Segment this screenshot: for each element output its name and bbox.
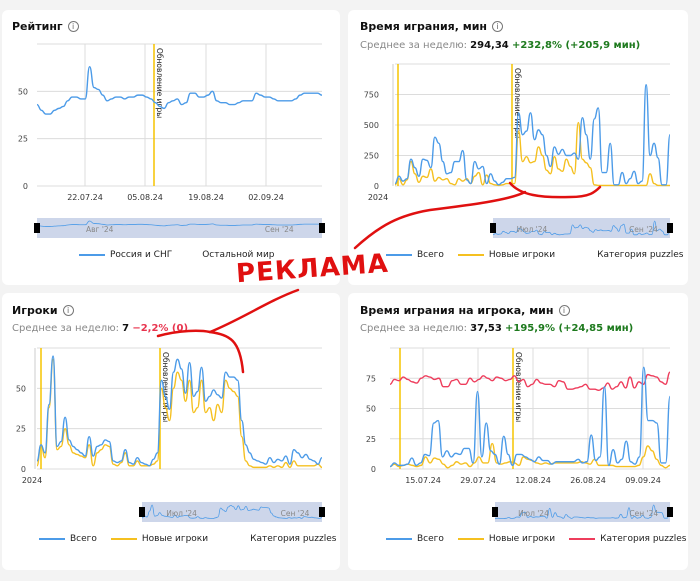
y-tick-label: 50	[16, 384, 26, 393]
y-tick-label: 0	[21, 465, 26, 474]
x-tick-label: 22.07.24	[67, 193, 103, 202]
x-tick-label: 12.08.24	[515, 476, 551, 485]
navigator-handle[interactable]	[319, 223, 325, 233]
navigator-label: Июл '24	[518, 509, 549, 518]
x-tick-label: 19.08.24	[188, 193, 224, 202]
y-tick-label: 25	[18, 135, 28, 144]
navigator-handle[interactable]	[319, 507, 325, 517]
navigator-label: Июл '24	[166, 509, 197, 518]
y-tick-label: 50	[366, 405, 376, 414]
navigator-label: Сен '24	[281, 509, 310, 518]
x-tick-label: 26.08.24	[570, 476, 606, 485]
navigator-label: Сен '24	[629, 509, 658, 518]
y-tick-label: 500	[364, 121, 379, 130]
y-tick-label: 250	[364, 152, 379, 161]
navigator-handle[interactable]	[492, 507, 498, 517]
navigator-handle[interactable]	[139, 507, 145, 517]
y-tick-label: 0	[374, 182, 379, 191]
x-tick-label: 15.07.24	[405, 476, 441, 485]
y-tick-label: 0	[371, 465, 376, 474]
update-label: Обновление игры	[514, 352, 523, 422]
series-line-total	[36, 66, 323, 115]
navigator-handle[interactable]	[667, 223, 673, 233]
x-tick-label: 29.07.24	[460, 476, 496, 485]
y-tick-label: 25	[366, 435, 376, 444]
annotation-stroke	[208, 330, 245, 374]
navigator-label: Сен '24	[265, 225, 294, 234]
series-line-puzzles	[389, 371, 671, 392]
chart-0: 0255022.07.24 05.08.24 19.08.24 02.09.24Обн…	[18, 43, 325, 238]
annotation-stroke	[156, 288, 300, 338]
x-tick-label: 09.09.24	[625, 476, 661, 485]
annotation-stroke	[508, 181, 602, 199]
charts-canvas: 0 25 50 22.07.24 05.08.24 19.08.24 02.09.24 Обн…	[16, 43, 673, 522]
y-tick-label: 0	[23, 182, 28, 191]
x-tick-label: 02.09.24	[248, 193, 284, 202]
y-tick-label: 75	[366, 374, 376, 383]
x-tick-label: 05.08.24	[127, 193, 163, 202]
x-start-label: 2024	[22, 476, 42, 485]
series-line-total	[36, 355, 323, 467]
chart-2: 0 25 50 2024 Обновление игры Июл '24 Сен '24	[16, 347, 325, 522]
navigator-handle[interactable]	[490, 223, 496, 233]
navigator-handle[interactable]	[34, 223, 40, 233]
x-start-label: 2024	[368, 193, 388, 202]
y-tick-label: 50	[18, 87, 28, 96]
chart-1: 02505007502024Обновление игрыИюл '24 Сен …	[364, 63, 673, 238]
y-tick-label: 25	[16, 425, 26, 434]
navigator-label: Сен '24	[629, 225, 658, 234]
navigator-handle[interactable]	[667, 507, 673, 517]
update-label: Обновление игры	[161, 352, 170, 422]
series-line-total	[394, 84, 671, 186]
y-tick-label: 750	[364, 91, 379, 100]
chart-3: 0 25 50 75 15.07.24 29.07.24 12.08.24 26.08.24 0…	[366, 347, 673, 522]
navigator-label: Авг '24	[86, 225, 114, 234]
navigator-label: Июл '24	[517, 225, 548, 234]
